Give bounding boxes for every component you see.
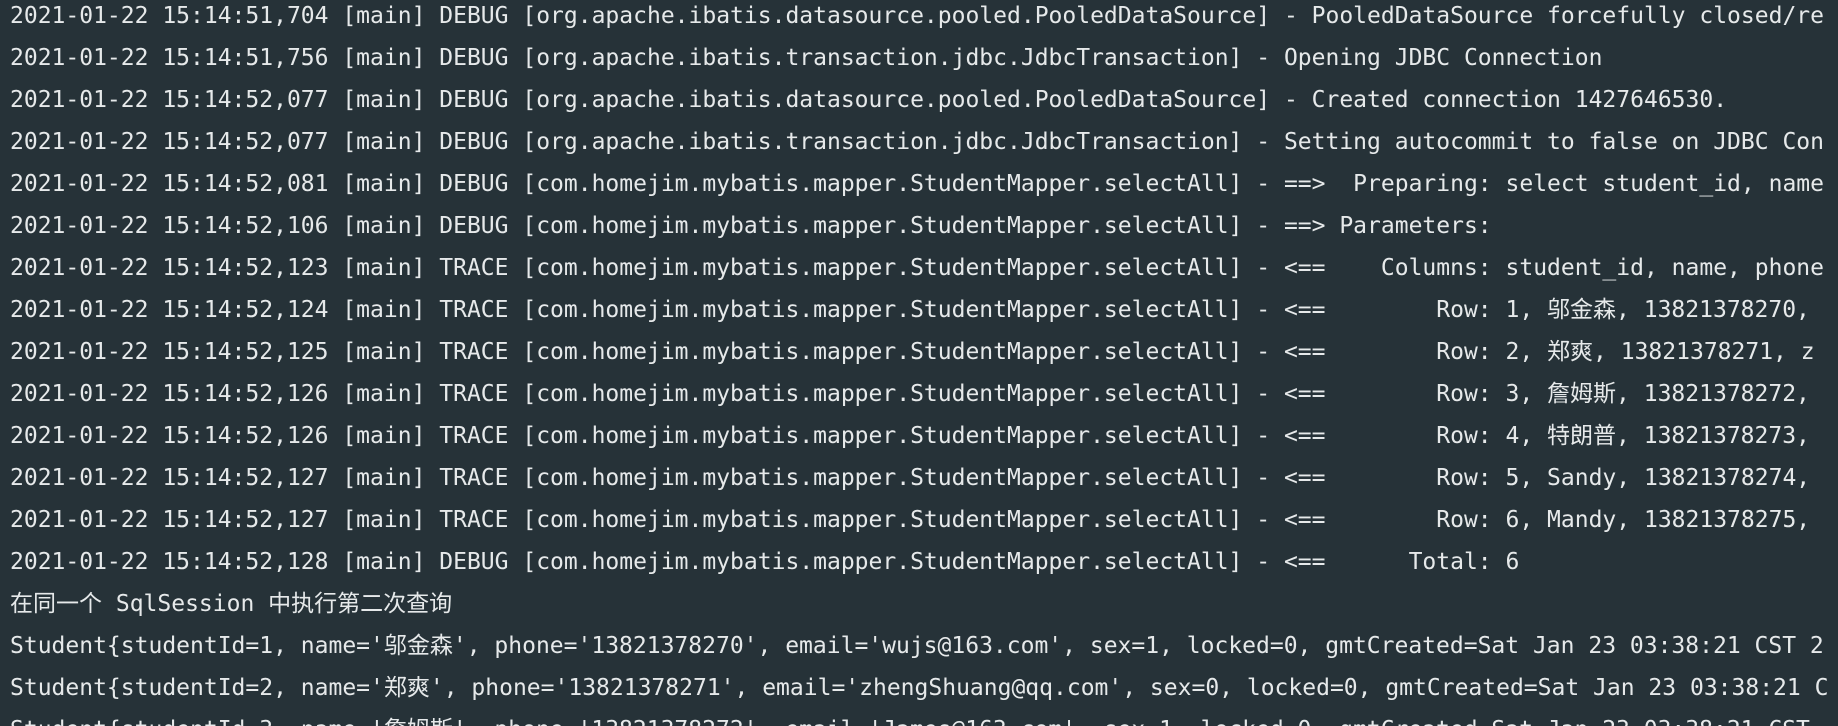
log-line: 2021-01-22 15:14:52,081 [main] DEBUG [co… [10, 171, 1824, 197]
log-line: Student{studentId=2, name='郑爽', phone='1… [10, 675, 1829, 701]
console-output: 2021-01-22 15:14:51,704 [main] DEBUG [or… [0, 0, 1838, 726]
log-line: 2021-01-22 15:14:52,128 [main] DEBUG [co… [10, 549, 1520, 575]
log-line: Student{studentId=3, name='詹姆斯', phone='… [10, 715, 1810, 726]
log-line: 2021-01-22 15:14:51,704 [main] DEBUG [or… [10, 3, 1824, 29]
log-line: 2021-01-22 15:14:52,077 [main] DEBUG [or… [10, 129, 1824, 155]
log-line: 2021-01-22 15:14:52,123 [main] TRACE [co… [10, 255, 1824, 281]
log-line: 2021-01-22 15:14:52,125 [main] TRACE [co… [10, 339, 1815, 365]
log-line: 2021-01-22 15:14:52,126 [main] TRACE [co… [10, 423, 1810, 449]
log-line: 2021-01-22 15:14:52,077 [main] DEBUG [or… [10, 87, 1728, 113]
log-line: 2021-01-22 15:14:51,756 [main] DEBUG [or… [10, 45, 1603, 71]
log-line: 2021-01-22 15:14:52,124 [main] TRACE [co… [10, 297, 1810, 323]
log-line: 在同一个 SqlSession 中执行第二次查询 [10, 591, 453, 617]
log-line: 2021-01-22 15:14:52,106 [main] DEBUG [co… [10, 213, 1506, 239]
log-line: 2021-01-22 15:14:52,126 [main] TRACE [co… [10, 381, 1810, 407]
log-line: 2021-01-22 15:14:52,127 [main] TRACE [co… [10, 507, 1811, 533]
log-line: 2021-01-22 15:14:52,127 [main] TRACE [co… [10, 465, 1811, 491]
log-line: Student{studentId=1, name='邬金森', phone='… [10, 633, 1824, 659]
